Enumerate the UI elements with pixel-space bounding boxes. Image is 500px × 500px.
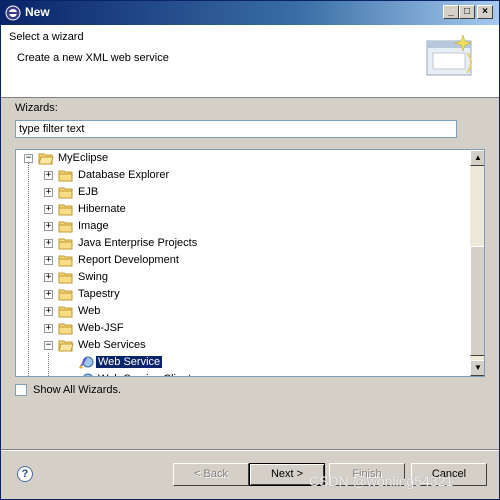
tree-label-web-service: Web Service — [96, 356, 163, 368]
button-separator — [1, 449, 499, 451]
new-wizard-dialog: New _ □ × Select a wizard Create a new X… — [0, 0, 500, 500]
web-service-icon — [79, 356, 94, 369]
folder-icon — [58, 204, 73, 216]
expand-icon[interactable]: + — [44, 324, 53, 333]
tree-row-image[interactable]: + Image — [16, 218, 470, 235]
tree-row-java-enterprise-projects[interactable]: + Java Enterprise Projects — [16, 235, 470, 252]
tree-row-web-service[interactable]: Web Service — [16, 354, 470, 371]
tree-row-tapestry[interactable]: + Tapestry — [16, 286, 470, 303]
folder-icon — [58, 306, 73, 318]
tree-row-report-development[interactable]: + Report Development — [16, 252, 470, 269]
eclipse-icon — [5, 5, 21, 21]
wizards-label: Wizards: — [15, 102, 58, 114]
tree-label-java-enterprise-projects: Java Enterprise Projects — [78, 237, 198, 249]
folder-icon — [58, 255, 73, 267]
scroll-down-button[interactable]: ▼ — [470, 360, 484, 376]
wizard-tree: − MyEclipse + Database Explorer + EJB + Hiber… — [15, 149, 485, 377]
expand-icon[interactable]: + — [44, 273, 53, 282]
back-button[interactable]: < Back — [173, 463, 249, 486]
folder-open-icon — [38, 153, 54, 165]
expand-icon[interactable]: + — [44, 256, 53, 265]
help-icon[interactable]: ? — [17, 466, 33, 482]
tree-label-report-development: Report Development — [78, 254, 179, 266]
tree-row-web-jsf[interactable]: + Web-JSF — [16, 320, 470, 337]
web-service-client-icon — [83, 373, 93, 376]
show-all-wizards-label: Show All Wizards. — [33, 384, 122, 396]
folder-icon — [58, 272, 73, 284]
tree-row-root[interactable]: − MyEclipse — [16, 150, 470, 167]
folder-icon — [58, 238, 73, 250]
tree-label-database-explorer: Database Explorer — [78, 169, 170, 181]
show-all-wizards-checkbox[interactable] — [15, 384, 27, 396]
scroll-up-button[interactable]: ▲ — [470, 150, 484, 166]
expand-icon[interactable]: + — [44, 307, 53, 316]
header-title: Select a wizard — [9, 31, 84, 43]
expand-icon[interactable]: + — [44, 239, 53, 248]
tree-row-web-services[interactable]: − Web Services — [16, 337, 470, 354]
folder-icon — [58, 187, 73, 199]
collapse-icon[interactable]: − — [44, 341, 53, 350]
close-button[interactable]: × — [477, 5, 493, 19]
tree-label-ejb: EJB — [78, 186, 99, 198]
tree-label-tapestry: Tapestry — [78, 288, 120, 300]
title-bar: New _ □ × — [1, 1, 499, 25]
folder-open-icon — [58, 340, 74, 352]
window-title: New — [25, 5, 50, 19]
minimize-button[interactable]: _ — [443, 5, 459, 19]
tree-label-hibernate: Hibernate — [78, 203, 126, 215]
folder-icon — [58, 323, 73, 335]
maximize-button[interactable]: □ — [459, 5, 475, 19]
folder-icon — [58, 221, 73, 233]
collapse-icon[interactable]: − — [24, 154, 33, 163]
tree-label-myeclipse: MyEclipse — [58, 152, 109, 164]
tree-label-web-service-client: Web Service Client — [98, 373, 191, 376]
folder-icon — [58, 170, 73, 182]
tree-row-ejb[interactable]: + EJB — [16, 184, 470, 201]
header-description: Create a new XML web service — [17, 52, 169, 64]
watermark-text: CSDN @wonling54321 — [309, 473, 454, 489]
tree-label-web-services: Web Services — [78, 339, 146, 351]
wizard-banner-icon — [426, 34, 472, 76]
expand-icon[interactable]: + — [44, 188, 53, 197]
expand-icon[interactable]: + — [44, 222, 53, 231]
tree-label-web: Web — [78, 305, 101, 317]
tree-row-web-service-client[interactable]: Web Service Client — [16, 371, 470, 376]
tree-row-swing[interactable]: + Swing — [16, 269, 470, 286]
expand-icon[interactable]: + — [44, 205, 53, 214]
expand-icon[interactable]: + — [44, 290, 53, 299]
expand-icon[interactable]: + — [44, 171, 53, 180]
wizard-header: Select a wizard Create a new XML web ser… — [1, 25, 499, 98]
tree-label-swing: Swing — [78, 271, 108, 283]
tree-label-web-jsf: Web-JSF — [78, 322, 124, 334]
tree-row-database-explorer[interactable]: + Database Explorer — [16, 167, 470, 184]
tree-row-hibernate[interactable]: + Hibernate — [16, 201, 470, 218]
filter-input[interactable] — [15, 120, 457, 138]
tree-label-image: Image — [78, 220, 109, 232]
vertical-scrollbar[interactable]: ▲ ▼ — [470, 150, 484, 376]
tree-row-web[interactable]: + Web — [16, 303, 470, 320]
scroll-thumb[interactable] — [470, 246, 484, 356]
folder-icon — [58, 289, 73, 301]
